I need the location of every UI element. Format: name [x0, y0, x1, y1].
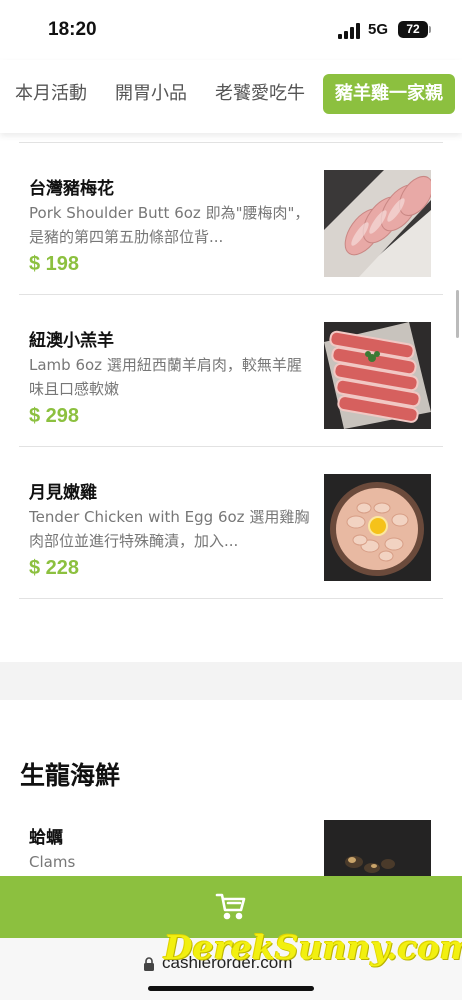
tab-monthly-events[interactable]: 本月活動: [15, 74, 87, 114]
item-name: 紐澳小羔羊: [29, 331, 114, 351]
item-name: 月見嫩雞: [29, 483, 97, 503]
item-name: 蛤蠣: [29, 828, 63, 848]
home-indicator[interactable]: [148, 986, 314, 991]
item-name: 台灣豬梅花: [29, 179, 114, 199]
cellular-signal-icon: [338, 23, 362, 39]
tab-appetizers[interactable]: 開胃小品: [115, 74, 187, 114]
lock-icon: [143, 956, 155, 971]
watermark: DerekSunny.com: [164, 928, 462, 967]
network-type: 5G: [368, 21, 389, 38]
scrollbar[interactable]: [456, 290, 459, 338]
item-price: $ 198: [29, 253, 80, 275]
section-separator: [0, 662, 462, 700]
status-bar: 18:20 5G 72: [0, 0, 462, 60]
item-price: $ 228: [29, 557, 80, 579]
item-price: $ 298: [29, 405, 80, 427]
lamb-slices-image[interactable]: [324, 322, 431, 429]
cart-icon[interactable]: [215, 892, 247, 920]
section-title: 生龍海鮮: [20, 761, 121, 790]
battery-icon: 72: [398, 21, 428, 38]
status-time: 18:20: [48, 19, 97, 40]
tab-pork-lamb-chicken[interactable]: 豬羊雞一家親: [323, 74, 455, 114]
item-description: Tender Chicken with Egg 6oz 選用雞胸肉部位並進行特殊…: [29, 508, 310, 550]
pork-slices-image[interactable]: [324, 170, 431, 277]
tab-beef[interactable]: 老饕愛吃牛: [215, 74, 305, 114]
menu-item[interactable]: 蛤蠣 Clams: [19, 790, 443, 880]
menu-item[interactable]: 台灣豬梅花 Pork Shoulder Butt 6oz 即為"腰梅肉"，是豬的…: [19, 143, 443, 295]
menu-item[interactable]: 紐澳小羔羊 Lamb 6oz 選用紐西蘭羊肩肉，較無羊腥味且口感軟嫩 $ 298: [19, 295, 443, 447]
clams-image[interactable]: [324, 820, 431, 880]
item-description: Pork Shoulder Butt 6oz 即為"腰梅肉"，是豬的第四第五肋條…: [29, 204, 310, 246]
category-tabs: 本月活動 開胃小品 老饕愛吃牛 豬羊雞一家親: [0, 60, 462, 133]
battery-tip: [429, 26, 431, 33]
item-description: Lamb 6oz 選用紐西蘭羊肩肉，較無羊腥味且口感軟嫩: [29, 356, 302, 398]
chicken-egg-image[interactable]: [324, 474, 431, 581]
menu-item[interactable]: 月見嫩雞 Tender Chicken with Egg 6oz 選用雞胸肉部位…: [19, 447, 443, 599]
